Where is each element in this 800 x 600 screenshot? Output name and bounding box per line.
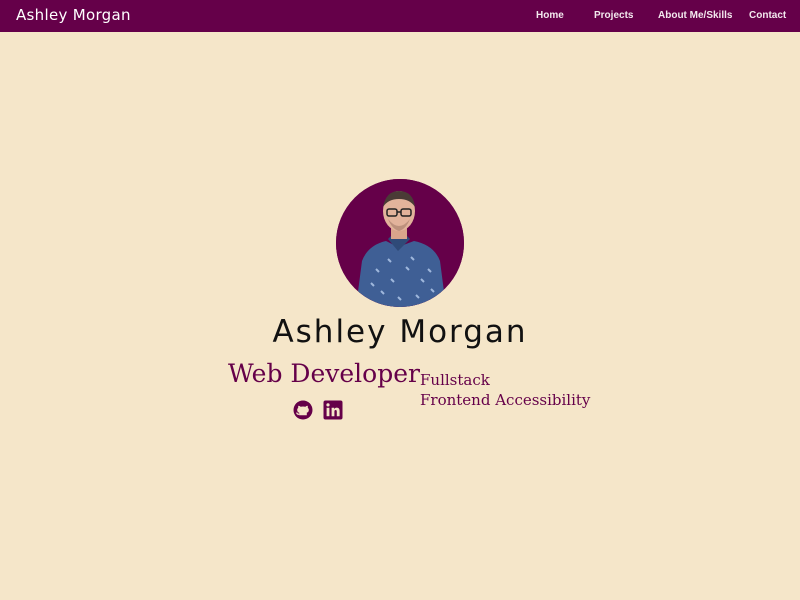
github-link[interactable]	[293, 400, 313, 420]
hero-name: Ashley Morgan	[272, 314, 528, 350]
brand-link[interactable]: Ashley Morgan	[16, 6, 131, 24]
nav-home-link[interactable]: Home	[536, 10, 564, 21]
github-icon	[293, 400, 313, 420]
linkedin-link[interactable]	[323, 400, 343, 420]
nav-projects-link[interactable]: Projects	[594, 10, 633, 21]
role-title: Web Developer	[228, 359, 420, 388]
nav-contact-link[interactable]: Contact	[749, 10, 786, 21]
profile-photo	[336, 179, 464, 307]
specialty-frontend-accessibility: Frontend Accessibility	[420, 391, 591, 409]
linkedin-icon	[323, 400, 343, 420]
nav-about-link[interactable]: About Me/Skills	[658, 10, 732, 21]
top-navbar: Ashley Morgan Home Projects About Me/Ski…	[0, 0, 800, 32]
specialty-fullstack: Fullstack	[420, 371, 490, 389]
profile-photo-illustration	[336, 179, 464, 307]
